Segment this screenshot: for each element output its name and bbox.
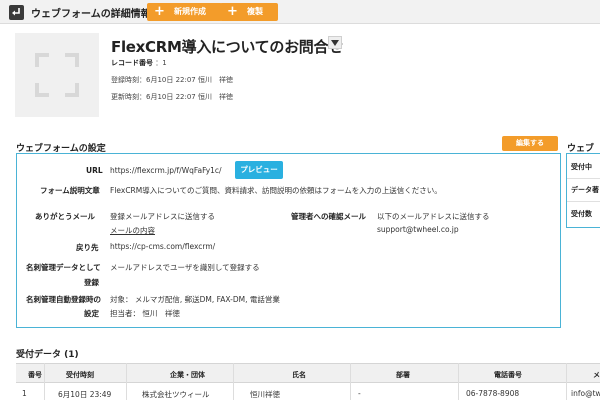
column-header[interactable]: メ	[593, 370, 600, 380]
new-button[interactable]: + 新規作成	[147, 3, 222, 21]
created-time: 登録時刻：6月10日 22:07 恒川 祥徳	[111, 76, 233, 84]
plus-icon: +	[227, 4, 238, 19]
image-placeholder-icon	[35, 53, 79, 97]
form-title: FlexCRM導入についてのお問合せ	[111, 38, 343, 56]
auto-register-label: 名刺管理自動登録時の	[26, 295, 101, 304]
table-cell: 恒川祥徳	[250, 390, 280, 399]
card-register-label-2: 登録	[84, 278, 99, 287]
description-value: FlexCRM導入についてのご質問、資料請求、訪問説明の依頼はフォームを入力の上…	[110, 186, 442, 195]
back-icon[interactable]	[9, 5, 24, 20]
card-register-value: メールアドレスでユーザを識別して登録する	[110, 263, 260, 272]
form-thumbnail	[15, 33, 99, 117]
mail-content-link[interactable]: メールの内容	[110, 225, 155, 236]
column-header[interactable]: 受付時刻	[66, 370, 94, 380]
page-title: ウェブフォームの詳細情報	[31, 9, 151, 20]
column-divider	[350, 363, 351, 400]
column-divider	[126, 363, 127, 400]
right-panel: 受付中 データ著 受付数	[566, 153, 600, 228]
right-panel-row: データ著	[571, 186, 599, 194]
right-panel-row: 受付中	[571, 163, 592, 171]
auto-register-owner: 担当者： 恒川 祥徳	[110, 309, 180, 318]
right-panel-row: 受付数	[571, 210, 592, 218]
thanks-mail-value: 登録メールアドレスに送信する	[110, 212, 215, 221]
table-header: 番号 受付時刻 企業・団体 氏名 部署 電話番号 メ	[16, 363, 600, 383]
column-header[interactable]: 企業・団体	[170, 370, 205, 380]
divider	[567, 178, 600, 179]
column-header[interactable]: 氏名	[292, 370, 306, 380]
divider	[567, 201, 600, 202]
column-divider	[233, 363, 234, 400]
column-header[interactable]: 電話番号	[494, 370, 522, 380]
form-menu-dropdown[interactable]	[328, 36, 342, 49]
table-cell: 06-7878-8908	[466, 389, 520, 398]
column-divider	[566, 363, 567, 400]
table-cell: 株式会社ツウィール	[142, 390, 210, 399]
record-number-value: ：1	[155, 59, 167, 67]
copy-button[interactable]: + 複製	[220, 3, 278, 21]
column-divider	[458, 363, 459, 400]
edit-button[interactable]: 編集する	[502, 136, 558, 151]
column-header[interactable]: 番号	[28, 370, 42, 380]
table-cell: 1	[22, 389, 27, 398]
column-header[interactable]: 部署	[396, 370, 410, 380]
admin-mail-label: 管理者への確認メール	[291, 212, 366, 221]
record-number: レコード番号 ：1	[111, 58, 167, 68]
auto-register-label-2: 設定	[84, 309, 99, 318]
table-cell: -	[358, 389, 361, 398]
caret-down-icon	[331, 40, 339, 46]
admin-mail-address: support@twheel.co.jp	[377, 225, 459, 234]
url-value[interactable]: https://flexcrm.jp/f/WqFaFy1c/	[110, 166, 222, 175]
url-label: URL	[86, 166, 103, 175]
admin-mail-value: 以下のメールアドレスに送信する	[377, 212, 490, 221]
return-value[interactable]: https://cp-cms.com/flexcrm/	[110, 242, 215, 251]
card-register-label: 名刺管理データとして	[26, 263, 101, 272]
table-cell: 6月10日 23:49	[58, 390, 112, 399]
plus-icon: +	[154, 4, 165, 19]
table-title: 受付データ (1)	[16, 350, 79, 360]
new-button-label: 新規作成	[174, 7, 206, 16]
return-label: 戻り先	[76, 243, 99, 252]
record-number-label: レコード番号	[111, 59, 153, 67]
preview-button[interactable]: プレビュー	[235, 161, 283, 179]
column-divider	[44, 363, 45, 400]
auto-register-target: 対象： メルマガ配信, 郵送DM, FAX-DM, 電話営業	[110, 295, 280, 304]
updated-time: 更新時刻：6月10日 22:07 恒川 祥徳	[111, 93, 233, 101]
table-cell[interactable]: info@tw	[571, 389, 600, 398]
thanks-mail-label: ありがとうメール	[35, 212, 95, 221]
description-label: フォーム説明文章	[40, 186, 100, 195]
copy-button-label: 複製	[247, 7, 263, 16]
top-bar: ウェブフォームの詳細情報 + 新規作成 + 複製	[0, 0, 600, 24]
